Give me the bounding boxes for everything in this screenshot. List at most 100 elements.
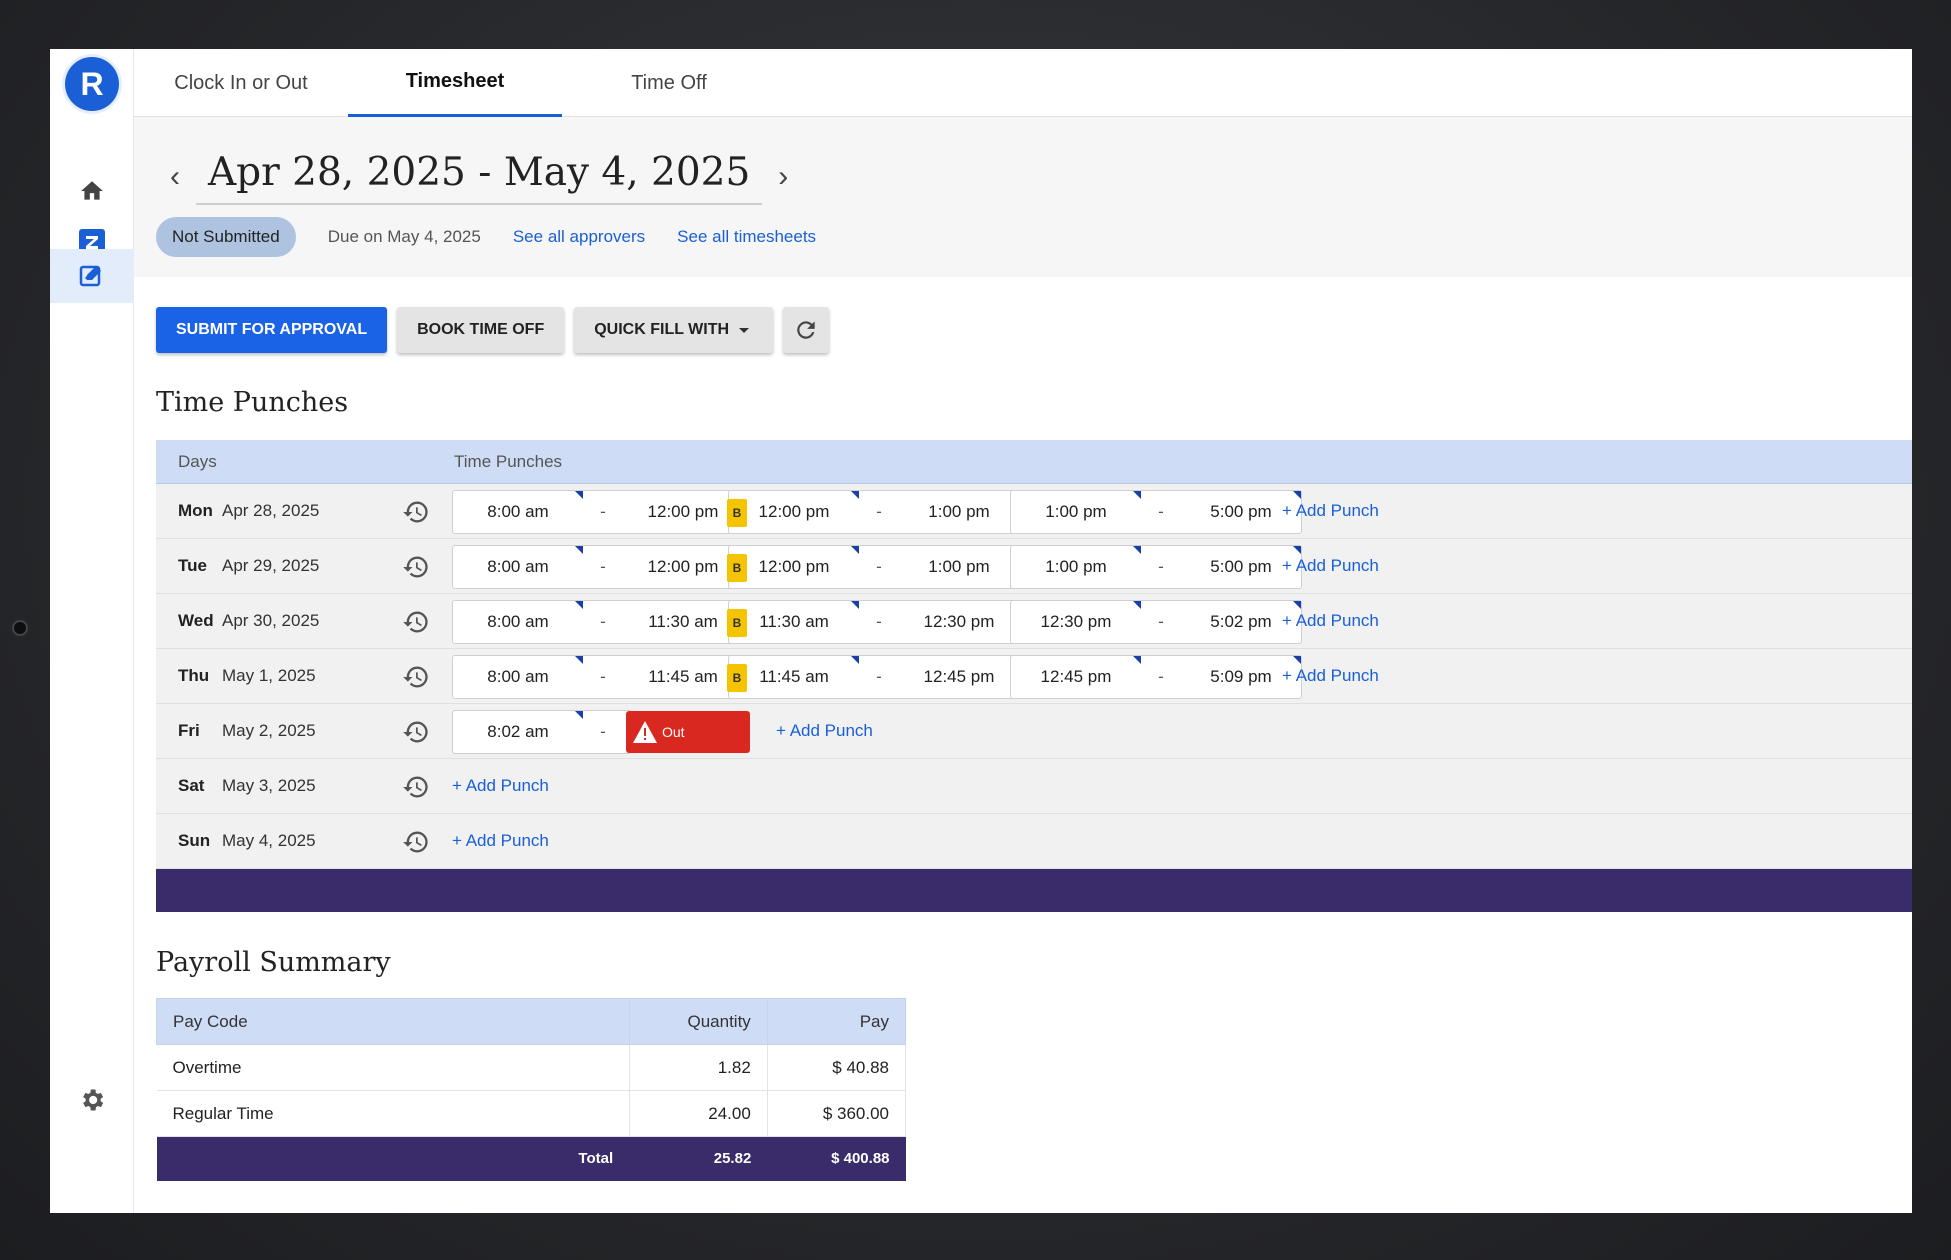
warning-icon [633,721,657,743]
total-quantity: 25.82 [629,1136,768,1181]
day-name: Tue [178,556,207,575]
tab-timesheet[interactable]: Timesheet [348,49,562,117]
quick-fill-label: QUICK FILL WITH [594,321,730,338]
see-all-approvers-link[interactable]: See all approvers [513,227,645,247]
app-logo[interactable]: R [65,57,119,111]
days-column-header: Days [178,451,217,471]
add-punch-link[interactable]: + Add Punch [1282,484,1379,538]
punch-separator: - [1158,557,1164,576]
punch-in-field[interactable]: 12:00 pm [729,546,859,588]
punch-history-button[interactable] [402,608,430,641]
punch-separator: - [1158,612,1164,631]
time-punches-footer [156,869,1912,912]
day-name: Wed [178,611,214,630]
punch-out-field[interactable]: 12:00 pm [623,491,743,533]
history-icon [403,611,428,633]
punch-in-field[interactable]: 1:00 pm [1011,491,1141,533]
table-row: Tue Apr 29, 2025 8:00 am -12:00 pm B 12:00 pm… [156,539,1912,594]
punch-history-button[interactable] [402,718,430,751]
punch-separator: - [600,667,606,686]
punch-out-field[interactable]: 12:00 pm [623,546,743,588]
punch-out-field[interactable]: 11:45 am [623,656,743,698]
table-row: Regular Time 24.00 $ 360.00 [156,1090,907,1137]
add-punch-link[interactable]: + Add Punch [452,759,549,813]
punch-history-button[interactable] [402,498,430,531]
book-time-off-button[interactable]: BOOK TIME OFF [397,307,565,353]
payroll-table: Pay Code Quantity Pay Overtime 1.82 $ 40… [156,998,907,1181]
app-screen: R Clock In or Out Timesheet Time Off ‹ A… [50,49,1912,1213]
rail-home-button[interactable] [50,164,134,218]
caret-down-icon [739,328,750,333]
table-row: Fri May 2, 2025 8:02 am - Out + Add Punch [156,704,1912,759]
punch-out-field[interactable]: 1:00 pm [899,491,1019,533]
total-label: Total [156,1136,630,1181]
punch-pair: B 11:45 am -12:45 pm [727,655,1020,699]
punch-out-field[interactable]: 12:45 pm [899,656,1019,698]
missing-out-punch-alert[interactable]: Out [626,711,750,753]
table-row: Overtime 1.82 $ 40.88 [156,1044,907,1091]
punch-pair: 8:00 am -12:00 pm [452,545,744,589]
next-period-button[interactable]: › [768,160,798,194]
previous-period-button[interactable]: ‹ [160,160,190,194]
rail-timesheet-button[interactable] [50,249,134,303]
payroll-header-row: Pay Code Quantity Pay [156,998,907,1045]
tab-time-off[interactable]: Time Off [562,49,776,117]
history-icon [403,556,428,578]
add-punch-link[interactable]: + Add Punch [452,814,549,868]
home-icon [81,181,103,200]
pay-header: Pay [766,998,907,1045]
period-range[interactable]: Apr 28, 2025 - May 4, 2025 [196,150,763,205]
tab-clock-in-out[interactable]: Clock In or Out [134,49,348,117]
quick-fill-dropdown[interactable]: QUICK FILL WITH [574,307,774,353]
punch-in-field[interactable]: 12:45 pm [1011,656,1141,698]
pay-code-cell: Regular Time [156,1090,630,1137]
punch-history-button[interactable] [402,663,430,696]
table-row: Sat May 3, 2025 + Add Punch [156,759,1912,814]
quantity-cell: 1.82 [629,1044,768,1091]
punch-in-field[interactable]: 12:00 pm [729,491,859,533]
total-pay: $ 400.88 [767,1136,906,1181]
add-punch-link[interactable]: + Add Punch [1282,594,1379,648]
history-icon [403,776,428,798]
punch-out-field[interactable]: 11:30 am [623,601,743,643]
history-icon [403,721,428,743]
punch-in-field[interactable]: 11:30 am [729,601,859,643]
payroll-summary-title: Payroll Summary [156,947,391,978]
punch-out-field[interactable]: 1:00 pm [899,546,1019,588]
day-cell: Fri May 2, 2025 [156,704,436,758]
punch-history-button[interactable] [402,553,430,586]
punch-separator: - [600,502,606,521]
punch-history-button[interactable] [402,828,430,861]
day-date: May 3, 2025 [222,776,316,795]
punch-in-field[interactable]: 8:00 am [453,491,583,533]
punch-pair: 8:00 am -12:00 pm [452,490,744,534]
punch-in-field[interactable]: 8:00 am [453,546,583,588]
punch-history-button[interactable] [402,773,430,806]
punch-in-field[interactable]: 1:00 pm [1011,546,1141,588]
day-date: May 1, 2025 [222,666,316,685]
see-all-timesheets-link[interactable]: See all timesheets [677,227,816,247]
time-punches-title: Time Punches [156,387,349,418]
punch-out-field[interactable]: 12:30 pm [899,601,1019,643]
add-punch-link[interactable]: + Add Punch [776,704,873,758]
punch-in-field[interactable]: 8:00 am [453,601,583,643]
refresh-icon [797,321,815,339]
add-punch-link[interactable]: + Add Punch [1282,649,1379,703]
submit-for-approval-button[interactable]: SUBMIT FOR APPROVAL [156,307,388,353]
refresh-button[interactable] [783,307,830,353]
punch-in-field[interactable]: 12:30 pm [1011,601,1141,643]
punch-separator: - [600,612,606,631]
gear-icon [83,1089,104,1111]
punch-in-field[interactable]: 8:00 am [453,656,583,698]
punch-pair: B 12:00 pm -1:00 pm [727,545,1020,589]
rail-settings-button[interactable] [50,1073,134,1127]
time-punches-header: Days Time Punches [156,440,1912,484]
punches-column-header: Time Punches [454,451,563,471]
punch-in-field[interactable]: 8:02 am [453,711,583,753]
day-name: Sat [178,776,205,795]
punch-pair: 8:02 am - [452,710,632,754]
day-date: Apr 30, 2025 [222,611,320,630]
punch-separator: - [600,557,606,576]
punch-in-field[interactable]: 11:45 am [729,656,859,698]
add-punch-link[interactable]: + Add Punch [1282,539,1379,593]
